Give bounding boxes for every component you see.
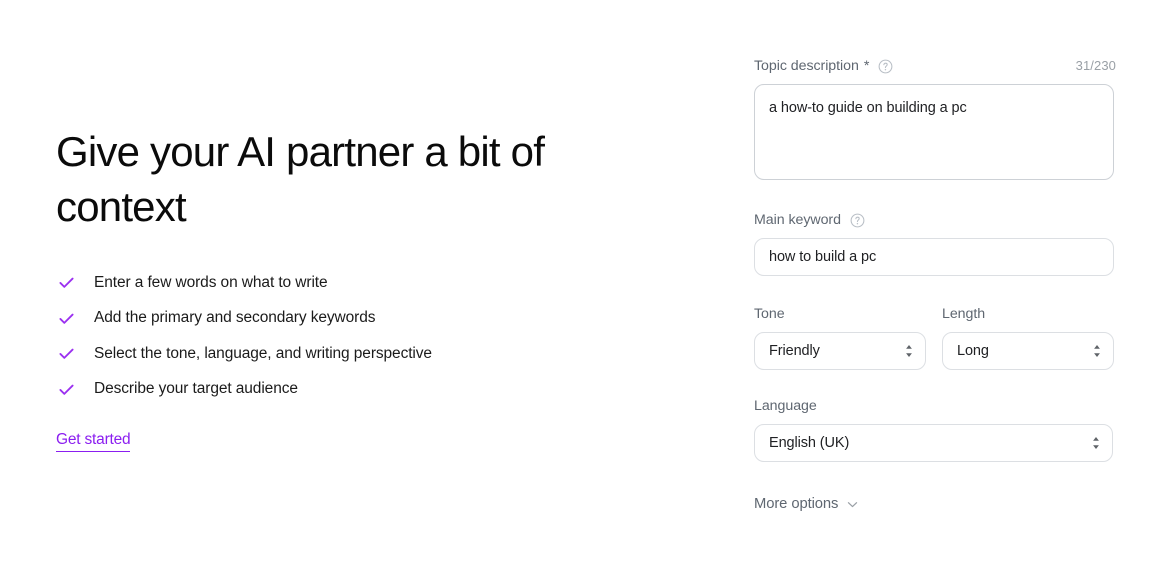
tone-select-value[interactable]: Friendly xyxy=(754,332,926,370)
field-tone: Tone Friendly xyxy=(754,305,926,370)
list-item-label: Select the tone, language, and writing p… xyxy=(94,344,432,362)
chevron-down-icon xyxy=(848,501,858,507)
list-item-label: Describe your target audience xyxy=(94,380,298,398)
check-icon xyxy=(59,384,74,395)
main-keyword-input[interactable] xyxy=(754,238,1114,276)
main-keyword-label-row: Main keyword xyxy=(754,211,1116,229)
required-asterisk: * xyxy=(863,58,870,74)
help-circle-icon[interactable] xyxy=(850,213,865,228)
get-started-link[interactable]: Get started xyxy=(56,430,131,452)
field-language: Language English (UK) xyxy=(754,397,1113,462)
character-counter: 31/230 xyxy=(1075,58,1116,73)
list-item: Enter a few words on what to write xyxy=(56,265,616,301)
length-select-value[interactable]: Long xyxy=(942,332,1114,370)
field-length: Length Long xyxy=(942,305,1114,370)
length-select[interactable]: Long xyxy=(942,332,1114,370)
length-label: Length xyxy=(942,306,986,322)
language-label: Language xyxy=(754,398,817,414)
tone-label-row: Tone xyxy=(754,305,926,323)
field-topic-description: Topic description * 31/230 xyxy=(754,57,1116,180)
main-keyword-label: Main keyword xyxy=(754,212,841,228)
list-item: Describe your target audience xyxy=(56,372,616,408)
check-icon xyxy=(59,348,74,360)
check-icon xyxy=(59,277,74,289)
language-label-row: Language xyxy=(754,397,1113,415)
list-item-label: Enter a few words on what to write xyxy=(94,273,328,291)
list-item: Add the primary and secondary keywords xyxy=(56,301,616,337)
context-form: Topic description * 31/230 Main keyword xyxy=(700,0,1173,565)
context-setup-page: Give your AI partner a bit of context En… xyxy=(0,0,1173,565)
help-circle-icon[interactable] xyxy=(878,59,893,74)
field-main-keyword: Main keyword xyxy=(754,211,1116,276)
benefits-list: Enter a few words on what to write Add t… xyxy=(56,265,616,407)
topic-description-label-row: Topic description * 31/230 xyxy=(754,57,1116,75)
page-title: Give your AI partner a bit of context xyxy=(56,128,545,230)
topic-description-input[interactable] xyxy=(754,84,1114,180)
list-item: Select the tone, language, and writing p… xyxy=(56,336,616,372)
length-label-row: Length xyxy=(942,305,1114,323)
tone-select[interactable]: Friendly xyxy=(754,332,926,370)
more-options-label: More options xyxy=(754,496,839,512)
list-item-label: Add the primary and secondary keywords xyxy=(94,309,376,327)
tone-label: Tone xyxy=(754,306,785,322)
check-icon xyxy=(59,313,74,324)
more-options-toggle[interactable]: More options xyxy=(754,496,859,512)
language-select-value[interactable]: English (UK) xyxy=(754,424,1113,462)
language-select[interactable]: English (UK) xyxy=(754,424,1113,462)
hero-panel: Give your AI partner a bit of context En… xyxy=(0,0,700,565)
topic-description-label: Topic description xyxy=(754,58,859,74)
